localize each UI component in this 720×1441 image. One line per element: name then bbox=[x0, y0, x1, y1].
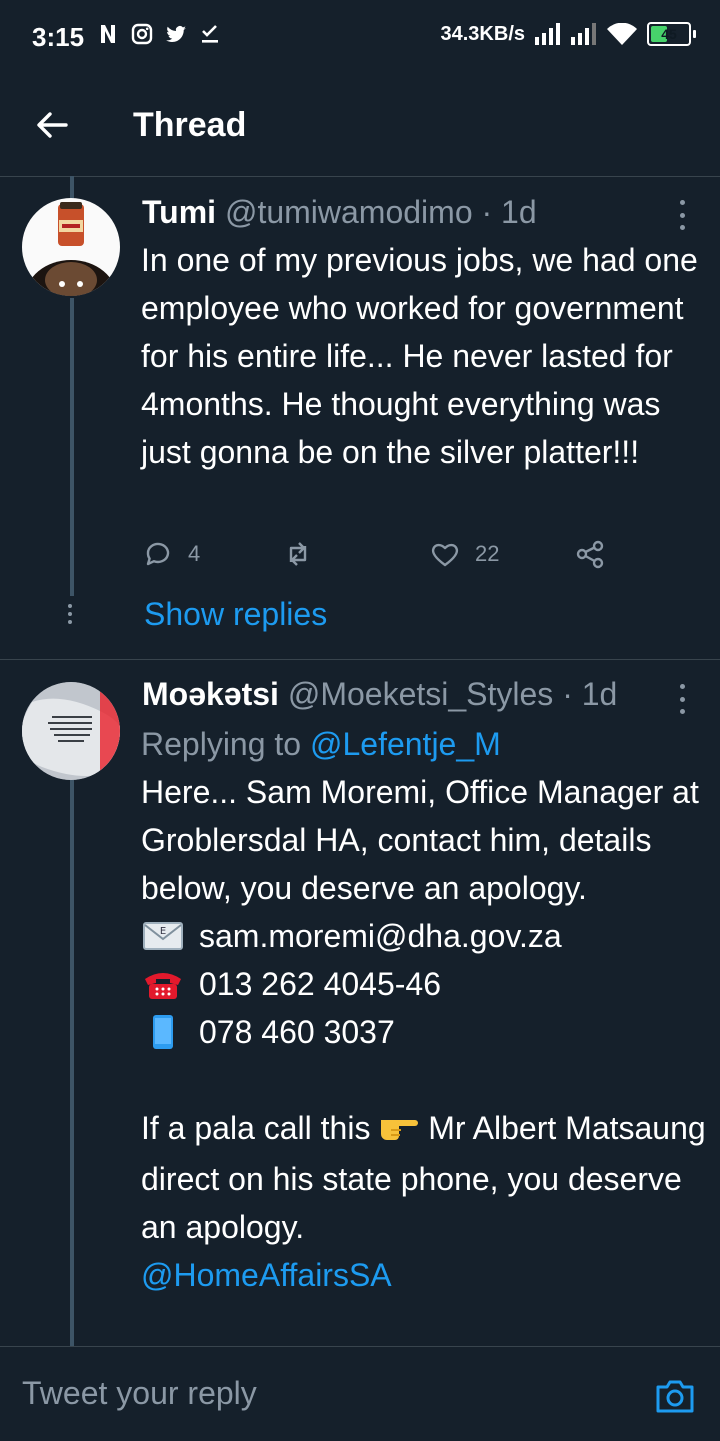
status-time: 3:15 bbox=[32, 22, 85, 52]
reply-count: 4 bbox=[188, 541, 201, 566]
envelope-icon: E bbox=[141, 919, 185, 953]
notification-icons bbox=[96, 22, 222, 46]
heart-icon bbox=[431, 543, 459, 567]
thread-gap-dots bbox=[68, 604, 72, 628]
reply-composer: Tweet your reply bbox=[0, 1346, 720, 1441]
status-bar: 3:15 34.3KB/s 45 bbox=[0, 0, 720, 74]
mobile-text[interactable]: 078 460 3037 bbox=[199, 1008, 395, 1056]
replying-to-label: Replying to bbox=[141, 726, 310, 762]
tweet-1-name[interactable]: Tumi bbox=[142, 194, 216, 230]
download-icon bbox=[202, 25, 218, 43]
signal-icon-2 bbox=[571, 23, 596, 45]
reply-button[interactable]: 4 bbox=[142, 538, 200, 570]
tweet-1-more-icon[interactable] bbox=[678, 200, 686, 230]
svg-text:E: E bbox=[160, 926, 166, 937]
tweet-1-handle[interactable]: @tumiwamodimo bbox=[225, 194, 473, 230]
avatar-tumi[interactable] bbox=[22, 198, 120, 296]
retweet-icon bbox=[289, 542, 307, 566]
tweet-1-actions: 4 22 bbox=[142, 538, 622, 578]
para2-before: If a pala call this bbox=[141, 1110, 380, 1146]
reply-icon bbox=[146, 542, 170, 566]
signal-icon bbox=[535, 23, 560, 45]
backhand-index-pointing-right-icon bbox=[379, 1107, 419, 1155]
twitter-icon bbox=[166, 26, 186, 43]
battery-level: 45 bbox=[661, 26, 677, 42]
tweet-2-name[interactable]: Moəkətsi bbox=[142, 676, 279, 712]
tweet-1-text: In one of my previous jobs, we had one e… bbox=[141, 242, 698, 470]
tweet-2-body: Replying to @Lefentje_M Here... Sam More… bbox=[141, 720, 711, 1299]
tweet-2-more-icon[interactable] bbox=[678, 684, 686, 714]
tweet-1-time: · 1d bbox=[472, 194, 537, 230]
replying-to: Replying to @Lefentje_M bbox=[141, 720, 711, 768]
phone-text[interactable]: 013 262 4045-46 bbox=[199, 960, 441, 1008]
thread-connector-bottom bbox=[70, 780, 74, 1346]
replying-to-handle[interactable]: @Lefentje_M bbox=[310, 726, 501, 762]
email-text[interactable]: sam.moremi@dha.gov.za bbox=[199, 912, 562, 960]
tweet-2-time: · 1d bbox=[553, 676, 618, 712]
reply-input[interactable]: Tweet your reply bbox=[22, 1375, 257, 1412]
telephone-icon bbox=[141, 967, 185, 1001]
tweet-2-handle[interactable]: @Moeketsi_Styles bbox=[288, 676, 553, 712]
thread-connector bbox=[70, 298, 74, 596]
camera-icon[interactable] bbox=[654, 1377, 696, 1415]
network-speed: 34.3KB/s bbox=[440, 22, 526, 45]
tweet-divider bbox=[0, 659, 720, 660]
mention-homeaffairs[interactable]: @HomeAffairsSA bbox=[141, 1251, 711, 1299]
tweet-2-para2: If a pala call this Mr Albert Matsaung d… bbox=[141, 1104, 711, 1251]
retweet-button[interactable] bbox=[282, 538, 328, 570]
show-replies-link[interactable]: Show replies bbox=[144, 596, 327, 633]
netflix-icon bbox=[101, 25, 115, 43]
tweet-1-header: Tumi @tumiwamodimo · 1d bbox=[142, 194, 537, 231]
battery-icon: 45 bbox=[647, 22, 696, 46]
mobile-phone-icon bbox=[141, 1015, 185, 1049]
back-arrow-icon[interactable] bbox=[34, 107, 70, 143]
email-row: E sam.moremi@dha.gov.za bbox=[141, 912, 711, 960]
tweet-2-intro: Here... Sam Moremi, Office Manager at Gr… bbox=[141, 774, 699, 906]
avatar-moeketsi[interactable] bbox=[22, 682, 120, 780]
phone-row: 013 262 4045-46 bbox=[141, 960, 711, 1008]
thread-connector-top bbox=[70, 176, 74, 200]
like-count: 22 bbox=[475, 541, 500, 566]
wifi-icon bbox=[607, 23, 637, 45]
top-app-bar: Thread bbox=[0, 74, 720, 177]
like-button[interactable]: 22 bbox=[429, 538, 499, 570]
instagram-icon bbox=[131, 23, 153, 45]
page-title: Thread bbox=[133, 106, 247, 144]
share-button[interactable] bbox=[574, 538, 606, 570]
tweet-2-header: Moəkətsi @Moeketsi_Styles · 1d bbox=[142, 676, 617, 713]
share-icon bbox=[576, 540, 604, 569]
mobile-row: 078 460 3037 bbox=[141, 1008, 711, 1056]
